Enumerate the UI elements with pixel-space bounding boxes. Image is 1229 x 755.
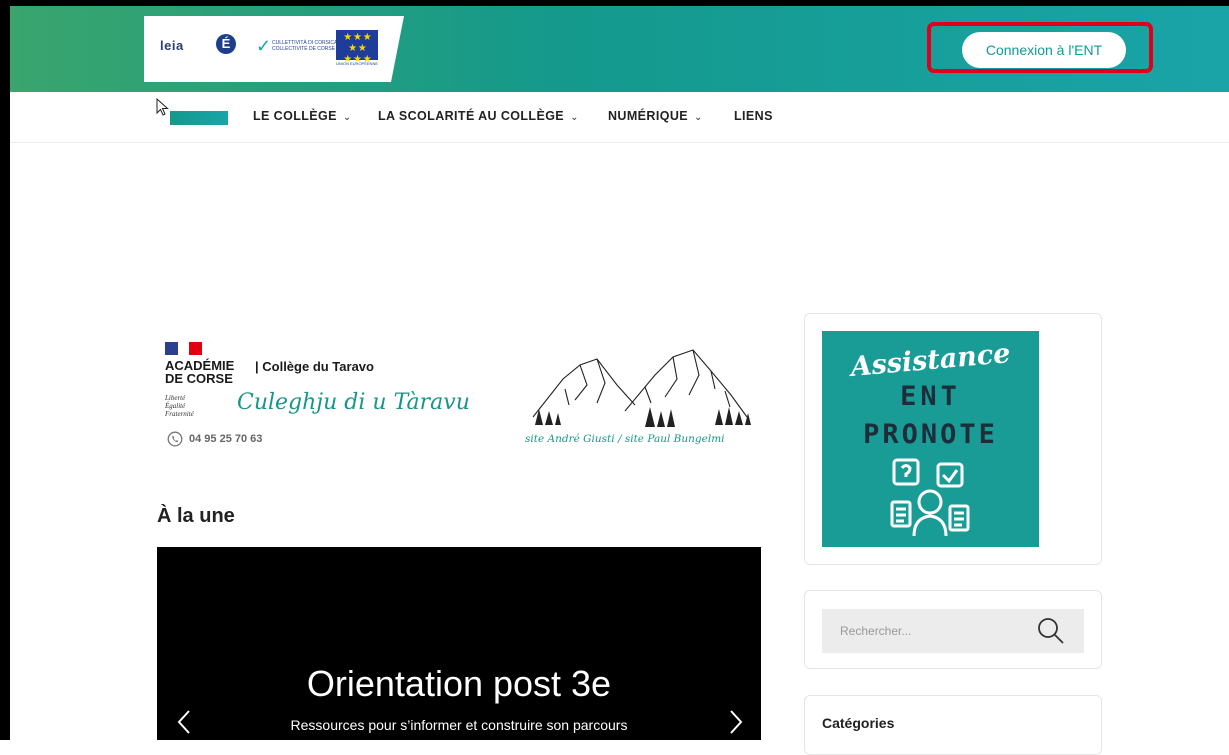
support-agent-icon bbox=[890, 458, 970, 537]
main-navigation: LE COLLÈGE ⌄ LA SCOLARITÉ AU COLLÈGE ⌄ NUM… bbox=[10, 92, 1229, 143]
chevron-down-icon: ⌄ bbox=[694, 112, 703, 123]
phone-number: 04 95 25 70 63 bbox=[189, 433, 263, 445]
assistance-ent-pronote-banner[interactable]: Assistance ENT PRONOTE bbox=[822, 331, 1039, 547]
nav-item-liens[interactable]: LIENS bbox=[734, 109, 773, 123]
site-logo-mark[interactable] bbox=[170, 111, 228, 125]
categories-title: Catégories bbox=[822, 715, 895, 731]
ent-login-button[interactable]: Connexion à l'ENT bbox=[962, 32, 1126, 68]
search-icon[interactable] bbox=[1035, 615, 1067, 647]
mountains-illustration bbox=[532, 349, 751, 427]
nav-item-numerique[interactable]: NUMÉRIQUE ⌄ bbox=[608, 109, 703, 123]
check-mark-icon: ✓ bbox=[256, 36, 272, 56]
chevron-down-icon: ⌄ bbox=[570, 112, 579, 123]
section-title: À la une bbox=[157, 505, 235, 527]
academie-logo: É bbox=[216, 34, 236, 54]
whatsapp-phone-icon bbox=[167, 431, 183, 447]
nav-item-le-college[interactable]: LE COLLÈGE ⌄ bbox=[253, 109, 352, 123]
search-widget bbox=[804, 590, 1102, 669]
academie-name: ACADÉMIE DE CORSE bbox=[165, 358, 235, 386]
top-header: leia É ✓ CULLETTIVITÀ DI CORSICA COLLECT… bbox=[10, 6, 1229, 92]
slider-next-icon[interactable] bbox=[723, 707, 747, 737]
chevron-down-icon: ⌄ bbox=[342, 112, 352, 123]
college-name: | Collège du Taravo bbox=[255, 359, 374, 374]
assistance-widget: Assistance ENT PRONOTE bbox=[804, 313, 1102, 565]
college-banner: ACADÉMIE DE CORSE | Collège du Taravo Li… bbox=[157, 340, 762, 465]
nav-item-la-scolarite[interactable]: LA SCOLARITÉ AU COLLÈGE ⌄ bbox=[378, 109, 579, 123]
eu-flag-logo: ★ ★ ★ ★ ★ ★ ★ ★ UNION EUROPÉENNE bbox=[336, 30, 379, 66]
republic-motto: Liberté Égalité Fraternité bbox=[165, 394, 194, 418]
slider-prev-icon[interactable] bbox=[173, 707, 197, 737]
college-name-corsican: Culeghju di u Tàravu bbox=[237, 390, 470, 415]
mouse-cursor-icon bbox=[156, 98, 169, 116]
categories-widget: Catégories bbox=[804, 695, 1102, 755]
slide-title: Orientation post 3e bbox=[306, 663, 612, 704]
sites-names: site André Giusti / site Paul Bungelmi bbox=[525, 433, 725, 445]
slide-subtitle: Ressources pour s’informer et construire… bbox=[290, 717, 628, 733]
leia-logo: leia bbox=[160, 38, 184, 53]
partner-logos[interactable]: leia É ✓ CULLETTIVITÀ DI CORSICA COLLECT… bbox=[144, 16, 404, 82]
featured-slider[interactable]: Orientation post 3e Ressources pour s’in… bbox=[157, 547, 761, 740]
collectivite-de-corse-logo: ✓ CULLETTIVITÀ DI CORSICA COLLECTIVITÉ D… bbox=[256, 36, 338, 56]
screenshot-frame-left bbox=[0, 0, 10, 740]
republique-francaise-flag-icon bbox=[165, 342, 202, 355]
